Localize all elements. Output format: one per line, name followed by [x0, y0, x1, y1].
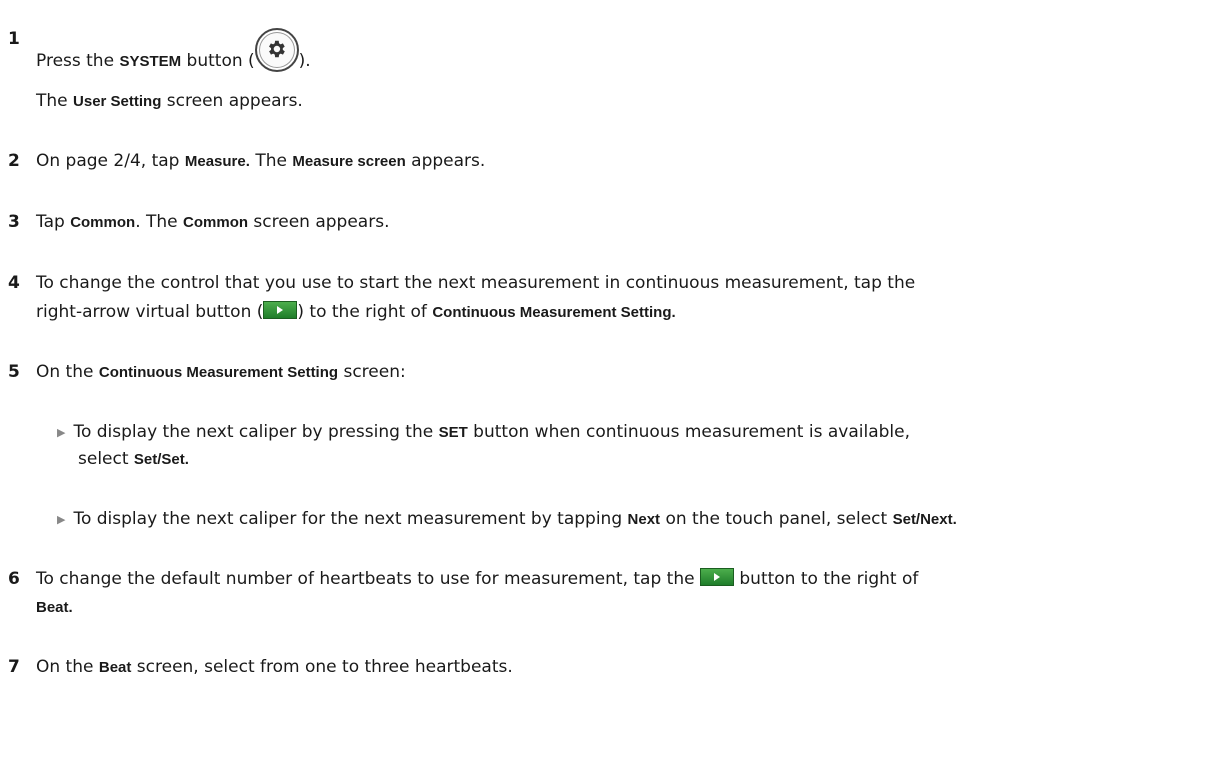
step-number: 2: [8, 151, 20, 171]
step-number: 3: [8, 212, 20, 232]
step-number: 4: [8, 273, 20, 293]
gear-icon: [254, 28, 299, 72]
user-setting-label: User Setting: [73, 93, 162, 110]
bullet-triangle-icon: ▶: [57, 513, 66, 526]
right-arrow-icon: [263, 301, 298, 319]
step-number: 5: [8, 362, 20, 382]
system-button-label: SYSTEM: [119, 53, 182, 70]
step-number: 1: [8, 29, 20, 49]
right-arrow-icon: [699, 568, 734, 586]
bullet-triangle-icon: ▶: [57, 426, 66, 439]
step-number: 7: [8, 657, 20, 677]
step-number: 6: [8, 569, 20, 589]
